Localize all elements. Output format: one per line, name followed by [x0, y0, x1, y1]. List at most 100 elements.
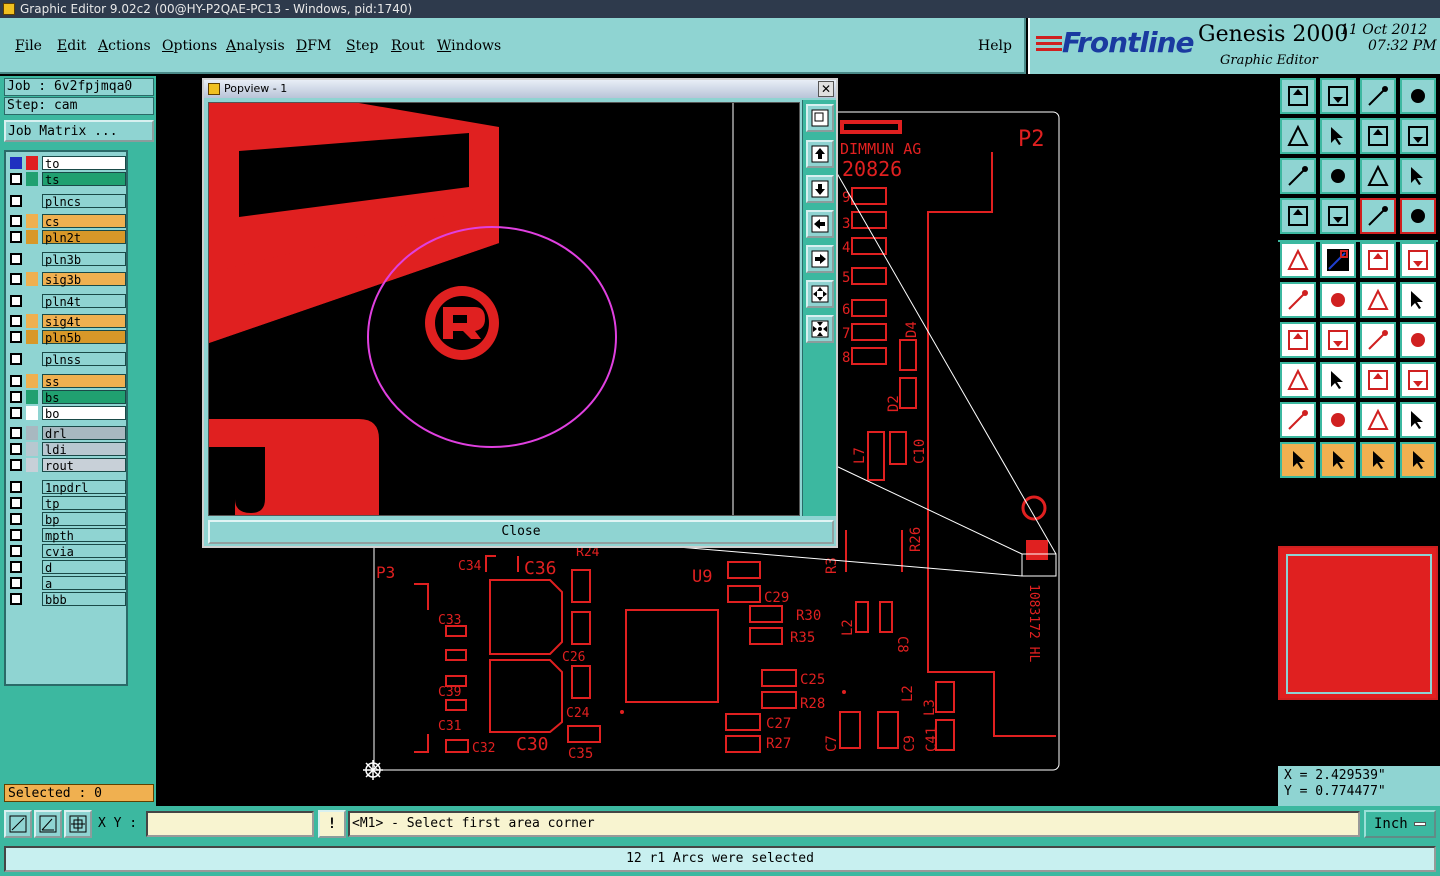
popview-zoom-in-button[interactable]	[806, 280, 834, 308]
layer-name[interactable]: pln2t	[42, 230, 126, 245]
layer-row-mpth[interactable]: mpth	[8, 528, 128, 543]
layer-color-swatch[interactable]	[26, 512, 38, 526]
layer-row-a[interactable]: a	[8, 576, 128, 591]
layer-color-swatch[interactable]	[26, 406, 38, 420]
menu-analysis[interactable]: Analysis	[226, 38, 285, 54]
job-matrix-button[interactable]: Job Matrix ...	[4, 120, 154, 142]
pointer-button[interactable]	[1280, 442, 1316, 478]
node-arc-button[interactable]	[1400, 282, 1436, 318]
layer-name[interactable]: mpth	[42, 528, 126, 543]
layer-color-swatch[interactable]	[26, 252, 38, 266]
layer-checkbox[interactable]	[10, 545, 22, 557]
layer-color-swatch[interactable]	[26, 214, 38, 228]
layer-row-bs[interactable]: bs	[8, 390, 128, 405]
layer-checkbox[interactable]	[10, 407, 22, 419]
layer-checkbox[interactable]	[10, 561, 22, 573]
layer-checkbox[interactable]	[10, 443, 22, 455]
grid-snap-button[interactable]	[64, 810, 92, 838]
layer-name[interactable]: ldi	[42, 442, 126, 457]
layer-name[interactable]: bs	[42, 390, 126, 405]
pointer-box-button[interactable]	[1320, 442, 1356, 478]
menu-help[interactable]: Help	[978, 38, 1012, 54]
layer-checkbox[interactable]	[10, 331, 22, 343]
layer-name[interactable]: sig3b	[42, 272, 126, 287]
layer-checkbox[interactable]	[10, 391, 22, 403]
menu-options[interactable]: Options	[162, 38, 217, 54]
alert-button[interactable]: !	[318, 810, 346, 838]
overview-panel[interactable]	[1278, 546, 1438, 700]
menu-step[interactable]: Step	[346, 38, 378, 54]
layer-color-swatch[interactable]	[26, 480, 38, 494]
layer-name[interactable]: sig4t	[42, 314, 126, 329]
menu-rout[interactable]: Rout	[391, 38, 425, 54]
layer-checkbox[interactable]	[10, 295, 22, 307]
layer-row-pln4t[interactable]: pln4t	[8, 294, 128, 309]
layer-row-plnss[interactable]: plnss	[8, 352, 128, 367]
popview-zoom-window-button[interactable]	[806, 104, 834, 132]
layer-name[interactable]: 1npdrl	[42, 480, 126, 495]
slope-line-button[interactable]	[1320, 322, 1356, 358]
layer-color-swatch[interactable]	[26, 272, 38, 286]
connect-nodes-button[interactable]	[1280, 282, 1316, 318]
layer-name[interactable]: pln5b	[42, 330, 126, 345]
layer-color-swatch[interactable]	[26, 230, 38, 244]
rotate-arc-button[interactable]	[1360, 322, 1396, 358]
layer-color-swatch[interactable]	[26, 496, 38, 510]
popview-title-bar[interactable]: Popview - 1 ✕	[204, 80, 836, 98]
swap-button[interactable]	[1360, 118, 1396, 154]
layer-name[interactable]: bbb	[42, 592, 126, 607]
line-split-button[interactable]	[1320, 362, 1356, 398]
menu-actions[interactable]: Actions	[98, 38, 151, 54]
layer-name[interactable]: d	[42, 560, 126, 575]
layer-row-bp[interactable]: bp	[8, 512, 128, 527]
layer-checkbox[interactable]	[10, 577, 22, 589]
layer-color-swatch[interactable]	[26, 560, 38, 574]
menu-edit[interactable]: Edit	[57, 38, 86, 54]
menu-dfm[interactable]: DFM	[296, 38, 331, 54]
layer-color-swatch[interactable]	[26, 172, 38, 186]
layer-row-d[interactable]: d	[8, 560, 128, 575]
layer-name[interactable]: rout	[42, 458, 126, 473]
layer-checkbox[interactable]	[10, 173, 22, 185]
layer-color-swatch[interactable]	[26, 156, 38, 170]
window-layout-button[interactable]	[1400, 78, 1436, 114]
popview-canvas[interactable]	[208, 102, 800, 516]
layer-row-sig3b[interactable]: sig3b	[8, 272, 128, 287]
triangle-c-button[interactable]	[1360, 402, 1396, 438]
cross-select-button[interactable]	[1320, 282, 1356, 318]
layer-name[interactable]: cvia	[42, 544, 126, 559]
select-pad-button[interactable]	[1280, 242, 1316, 278]
layer-color-swatch[interactable]	[26, 576, 38, 590]
layer-row-pln3b[interactable]: pln3b	[8, 252, 128, 267]
layer-name[interactable]: pln4t	[42, 294, 126, 309]
measure-ruler-button[interactable]	[1360, 242, 1396, 278]
layer-checkbox[interactable]	[10, 231, 22, 243]
layer-row-to[interactable]: to	[8, 156, 128, 171]
layer-name[interactable]: to	[42, 156, 126, 171]
layer-color-swatch[interactable]	[26, 194, 38, 208]
layer-color-swatch[interactable]	[26, 458, 38, 472]
zoom-center-button[interactable]	[1320, 158, 1356, 194]
layer-name[interactable]: a	[42, 576, 126, 591]
tools-button[interactable]	[1280, 198, 1316, 234]
layer-multi-button[interactable]	[1400, 198, 1436, 234]
layer-name[interactable]: pln3b	[42, 252, 126, 267]
layer-select-button[interactable]	[1360, 198, 1396, 234]
triangle-d-button[interactable]	[1400, 402, 1436, 438]
help-query-button[interactable]	[1400, 158, 1436, 194]
scale-1-2-button[interactable]	[1360, 158, 1396, 194]
layer-checkbox[interactable]	[10, 157, 22, 169]
layer-color-swatch[interactable]	[26, 374, 38, 388]
overview-view-box[interactable]	[1286, 554, 1432, 694]
layer-row-drl[interactable]: drl	[8, 426, 128, 441]
layer-checkbox[interactable]	[10, 195, 22, 207]
shape-blobs-button[interactable]	[1400, 362, 1436, 398]
layer-name[interactable]: bo	[42, 406, 126, 421]
save-job-button[interactable]	[1320, 78, 1356, 114]
layer-row-tp[interactable]: tp	[8, 496, 128, 511]
layer-row-1npdrl[interactable]: 1npdrl	[8, 480, 128, 495]
text-flip-button[interactable]	[1400, 322, 1436, 358]
layer-color-swatch[interactable]	[26, 352, 38, 366]
layer-checkbox[interactable]	[10, 513, 22, 525]
layer-row-rout[interactable]: rout	[8, 458, 128, 473]
